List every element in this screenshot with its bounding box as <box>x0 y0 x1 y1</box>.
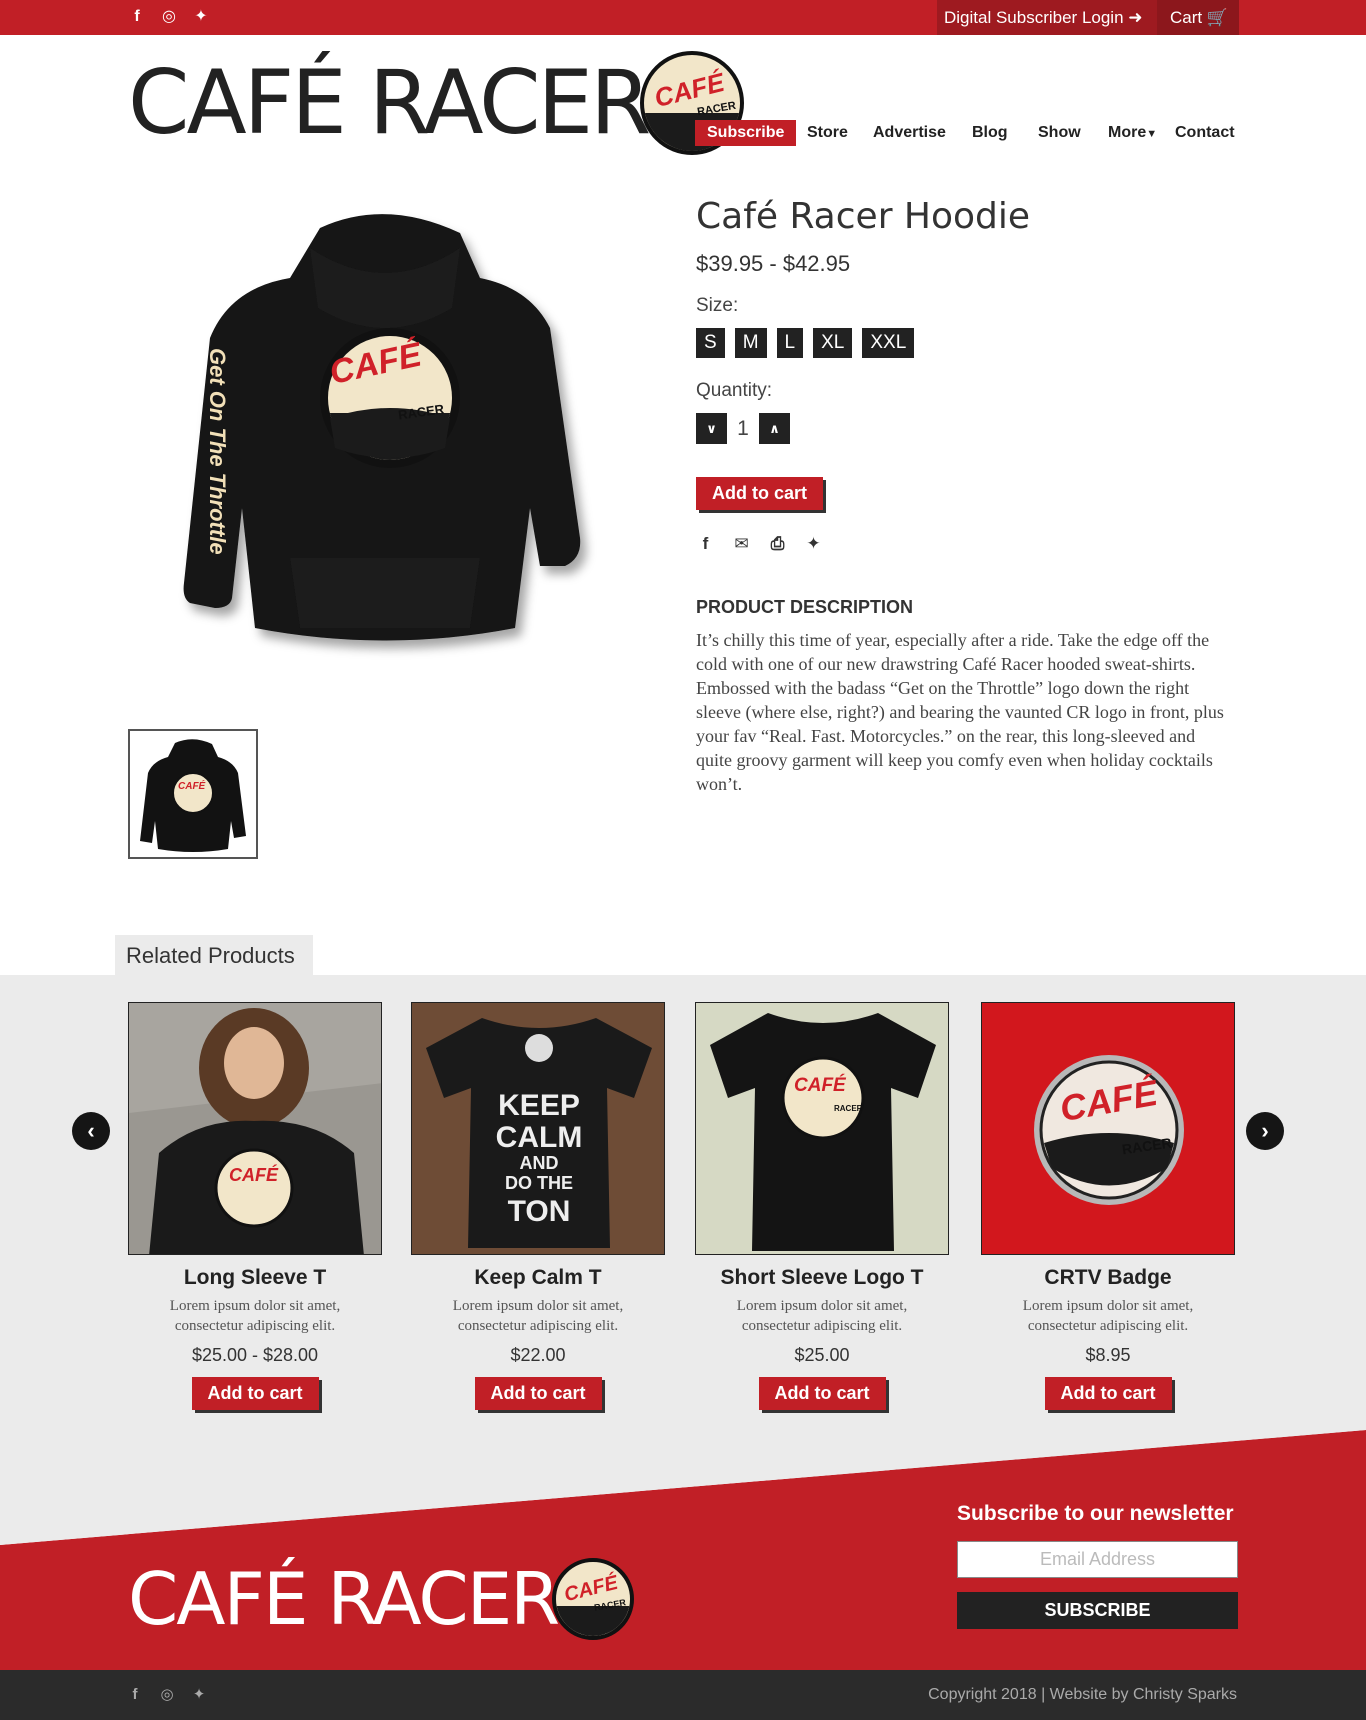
long-sleeve-t-image[interactable]: CAFÉ <box>128 1002 382 1255</box>
hoodie-thumbnail-image: CAFÉ <box>140 739 246 852</box>
keep-calm-t-image[interactable]: KEEP CALM AND DO THE TON <box>411 1002 665 1255</box>
nav-blog[interactable]: Blog <box>972 120 1008 146</box>
subscribe-button[interactable]: SUBSCRIBE <box>957 1592 1238 1629</box>
product-name[interactable]: Short Sleeve Logo T <box>695 1266 949 1290</box>
shirt-line-5: TON <box>508 1195 571 1228</box>
copyright-text: Copyright 2018 | Website by Christy Spar… <box>928 1686 1237 1703</box>
print-icon[interactable]: ⎙ <box>768 534 787 553</box>
nav-more[interactable]: More▼ <box>1108 120 1157 147</box>
product-thumbnail[interactable]: CAFÉ <box>128 729 258 859</box>
top-bar: f ◎ ✦ Digital Subscriber Login ➜ Cart 🛒 <box>0 0 1366 35</box>
nav-show[interactable]: Show <box>1038 120 1081 146</box>
carousel-next-arrow-icon[interactable]: › <box>1246 1112 1284 1150</box>
sleeve-text: Get On The Throttle <box>205 348 230 555</box>
quantity-increase-button[interactable]: ∧ <box>759 413 790 444</box>
hoodie-image: CAFÉ RACER Get On The Throttle <box>183 214 581 641</box>
nav-subscribe[interactable]: Subscribe <box>695 120 797 146</box>
product-price: $25.00 <box>794 1345 850 1365</box>
product-image[interactable]: CAFÉ RACER Get On The Throttle <box>170 208 600 668</box>
add-to-cart-button[interactable]: Add to cart <box>474 1377 602 1410</box>
product-title: Café Racer Hoodie <box>696 196 1031 237</box>
shirt-line-1: KEEP <box>498 1089 580 1122</box>
chevron-down-icon: ▼ <box>1146 128 1158 140</box>
login-label: Digital Subscriber Login <box>944 8 1124 27</box>
add-to-cart-button[interactable]: Add to cart <box>1044 1377 1172 1410</box>
facebook-icon[interactable]: f <box>696 534 715 553</box>
footer-logo-wordmark: CAFÉ RACER <box>128 1557 560 1641</box>
quantity-stepper: ∨ 1 ∧ <box>696 413 790 444</box>
size-label: Size: <box>696 295 739 316</box>
sign-in-icon: ➜ <box>1128 8 1143 27</box>
nav-advertise[interactable]: Advertise <box>873 120 946 146</box>
size-option-xxl[interactable]: XXL <box>862 328 915 358</box>
facebook-icon[interactable]: f <box>126 1685 144 1705</box>
nav-contact[interactable]: Contact <box>1175 120 1235 146</box>
description-heading: PRODUCT DESCRIPTION <box>696 597 914 617</box>
facebook-icon[interactable]: f <box>128 7 146 27</box>
related-product-card[interactable]: KEEP CALM AND DO THE TON Keep Calm T Lor… <box>411 1002 665 1410</box>
shirt-line-3: AND <box>520 1153 559 1173</box>
svg-text:RACER: RACER <box>834 1104 863 1113</box>
svg-text:CAFÉ: CAFÉ <box>794 1074 847 1096</box>
product-summary: Lorem ipsum dolor sit amet, consectetur … <box>169 1298 341 1334</box>
quantity-label: Quantity: <box>696 380 773 401</box>
product-price: $39.95 - $42.95 <box>696 251 851 276</box>
svg-text:CAFÉ: CAFÉ <box>178 779 206 792</box>
size-option-l[interactable]: L <box>776 328 804 358</box>
instagram-icon[interactable]: ◎ <box>158 1685 176 1705</box>
nav-more-label: More <box>1108 124 1147 141</box>
carousel-prev-arrow-icon[interactable]: ‹ <box>72 1112 110 1150</box>
add-to-cart-button[interactable]: Add to cart <box>191 1377 319 1410</box>
crtv-badge-image[interactable]: CAFÉ RACER <box>981 1002 1235 1255</box>
product-summary: Lorem ipsum dolor sit amet, consectetur … <box>1022 1298 1194 1334</box>
add-to-cart-button[interactable]: Add to cart <box>696 477 823 510</box>
cart-link[interactable]: Cart 🛒 <box>1157 0 1239 35</box>
product-price: $8.95 <box>1085 1345 1131 1365</box>
nav-store[interactable]: Store <box>807 120 848 146</box>
quantity-decrease-button[interactable]: ∨ <box>696 413 727 444</box>
related-product-card[interactable]: CAFÉ RACER CRTV Badge Lorem ipsum dolor … <box>981 1002 1235 1410</box>
newsletter-heading: Subscribe to our newsletter <box>957 1502 1234 1525</box>
twitter-icon[interactable]: ✦ <box>804 534 823 553</box>
related-product-card[interactable]: CAFÉ Long Sleeve T Lorem ipsum dolor sit… <box>128 1002 382 1410</box>
product-price: $25.00 - $28.00 <box>191 1345 319 1365</box>
logo-wordmark: CAFÉ RACER <box>128 51 651 154</box>
instagram-icon[interactable]: ◎ <box>160 7 178 27</box>
email-field[interactable]: Email Address <box>957 1541 1238 1578</box>
size-option-s[interactable]: S <box>696 328 725 358</box>
product-price: $22.00 <box>510 1345 566 1365</box>
shirt-line-2: CALM <box>496 1121 583 1154</box>
footer-logo[interactable]: CAFÉ RACER CAFÉ RACER <box>128 1557 635 1641</box>
add-to-cart-button[interactable]: Add to cart <box>758 1377 886 1410</box>
svg-text:CAFÉ: CAFÉ <box>229 1164 279 1185</box>
digital-subscriber-login-link[interactable]: Digital Subscriber Login ➜ <box>937 0 1157 35</box>
related-product-card[interactable]: CAFÉ RACER Short Sleeve Logo T Lorem ips… <box>695 1002 949 1410</box>
cart-label: Cart <box>1170 8 1203 27</box>
twitter-icon[interactable]: ✦ <box>192 7 210 27</box>
top-social-links: f ◎ ✦ <box>128 7 210 27</box>
product-description: It’s chilly this time of year, especiall… <box>696 630 1224 794</box>
size-option-m[interactable]: M <box>734 328 767 358</box>
bottom-bar: f ◎ ✦ Copyright 2018 | Website by Christ… <box>0 1670 1366 1720</box>
size-options: S M L XL XXL <box>696 328 924 358</box>
product-summary: Lorem ipsum dolor sit amet, consectetur … <box>452 1298 624 1334</box>
product-name[interactable]: Long Sleeve T <box>128 1266 382 1290</box>
size-option-xl[interactable]: XL <box>813 328 853 358</box>
product-name[interactable]: Keep Calm T <box>411 1266 665 1290</box>
mail-icon[interactable]: ✉ <box>732 534 751 553</box>
share-links: f ✉ ⎙ ✦ <box>696 534 823 553</box>
site-logo[interactable]: CAFÉ RACER CAFÉ RACER <box>128 50 745 156</box>
quantity-value[interactable]: 1 <box>727 417 759 441</box>
related-products-heading: Related Products <box>115 935 313 977</box>
cart-icon: 🛒 <box>1206 8 1229 27</box>
footer-logo-badge-icon: CAFÉ RACER <box>552 1558 635 1640</box>
footer-social-links: f ◎ ✦ <box>126 1685 208 1705</box>
product-summary: Lorem ipsum dolor sit amet, consectetur … <box>736 1298 908 1334</box>
product-name[interactable]: CRTV Badge <box>981 1266 1235 1290</box>
short-sleeve-logo-t-image[interactable]: CAFÉ RACER <box>695 1002 949 1255</box>
shirt-line-4: DO THE <box>505 1173 573 1193</box>
twitter-icon[interactable]: ✦ <box>190 1685 208 1705</box>
